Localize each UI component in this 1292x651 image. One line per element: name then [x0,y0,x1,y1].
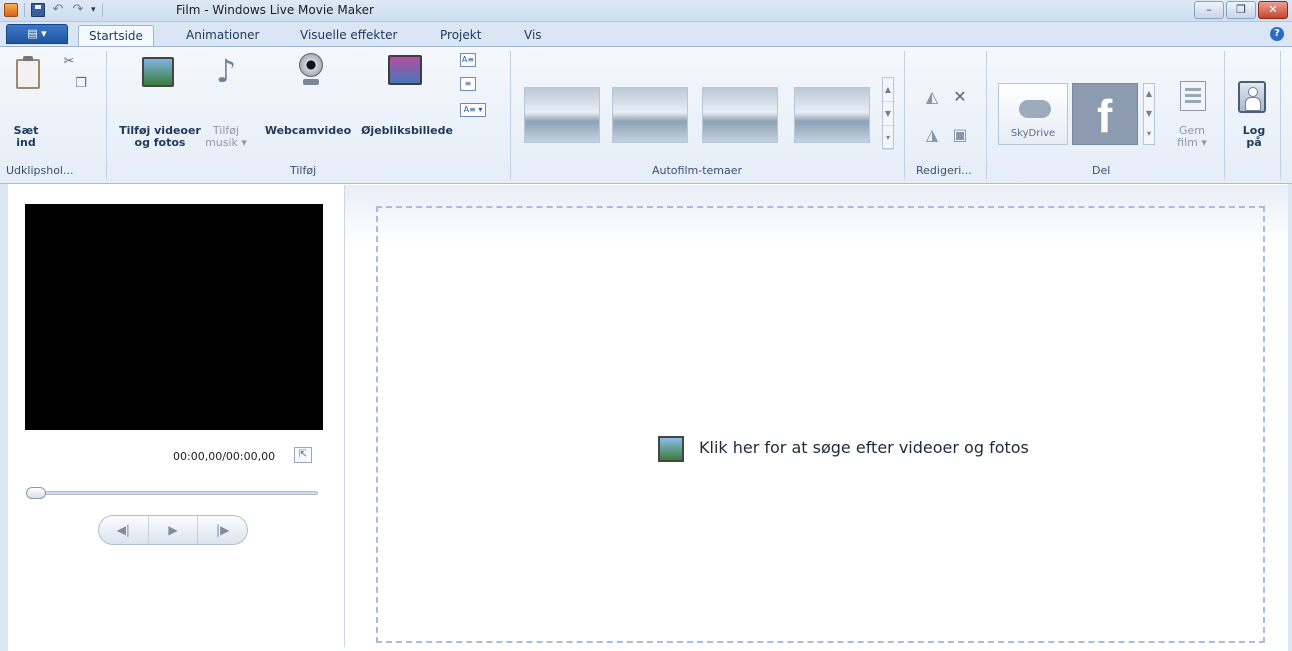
qat-separator [24,3,25,17]
quick-access-toolbar: ↶ ↷ ▾ [4,3,103,17]
theme-thumbnail-2[interactable] [612,87,688,143]
theme-thumbnail-1[interactable] [524,87,600,143]
group-label-clipboard: Udklipshol... [6,164,74,177]
webcam-icon[interactable] [296,53,326,87]
title-bar: ↶ ↷ ▾ Film - Windows Live Movie Maker – … [0,0,1292,22]
facebook-icon: f [1097,90,1113,142]
window-frame-right [1288,184,1292,651]
undo-icon[interactable]: ↶ [51,3,65,17]
group-separator [1224,51,1225,179]
application-menu-button[interactable]: ▤ ▾ [6,24,68,44]
music-note-icon[interactable]: ♪ [212,53,240,89]
theme-thumbnail-4[interactable] [794,87,870,143]
share-scroll-up-icon[interactable]: ▲ [1144,84,1154,104]
scroll-up-icon[interactable]: ▲ [883,78,893,102]
tab-projekt[interactable]: Projekt [430,25,491,46]
qat-dropdown-icon[interactable]: ▾ [91,5,96,15]
share-more-icon[interactable]: ▾ [1144,124,1154,144]
restore-button[interactable]: ❐ [1226,1,1256,19]
video-preview[interactable] [25,204,323,430]
webcam-video-button[interactable]: Webcamvideo [260,125,356,137]
save-icon[interactable] [31,3,45,17]
group-label-edit: Redigeri... [916,164,972,177]
playback-controls: ◀| ▶ |▶ [98,515,248,545]
save-movie-button[interactable]: Gem film ▾ [1168,125,1216,149]
ribbon: Sæt ind ✂ ❐ Udklipshol... Tilføj videoer… [0,46,1292,184]
credits-icon[interactable]: A≡ ▾ [460,103,486,117]
paste-button[interactable]: Sæt ind [6,125,46,149]
skydrive-button[interactable]: SkyDrive [998,83,1068,145]
add-music-button[interactable]: Tilføj musik ▾ [204,125,248,149]
group-separator [904,51,905,179]
window-title: Film - Windows Live Movie Maker [176,3,374,17]
share-scroll-down-icon[interactable]: ▼ [1144,104,1154,124]
tab-vis[interactable]: Vis [514,25,552,46]
window-controls: – ❐ ✕ [1194,1,1288,19]
add-videos-icon[interactable] [142,57,174,87]
preview-pane: 00:00,00/00:00,00 ⇱ ◀| ▶ |▶ [8,185,345,647]
add-videos-button[interactable]: Tilføj videoer og fotos [114,125,206,149]
tab-animationer[interactable]: Animationer [176,25,270,46]
gallery-more-icon[interactable]: ▾ [883,126,893,150]
add-media-prompt[interactable]: Klik her for at søge efter videoer og fo… [699,438,1029,457]
copy-icon[interactable]: ❐ [74,77,88,91]
add-videos-label-line2: og fotos [134,136,186,149]
skydrive-cloud-icon [1019,100,1051,118]
qat-separator [101,3,103,17]
group-label-share: Del [1092,164,1111,177]
add-videos-icon[interactable] [658,436,684,462]
sign-in-button[interactable]: Log på [1236,125,1272,149]
share-gallery-scrollbar[interactable]: ▲ ▼ ▾ [1143,83,1155,145]
seek-bar[interactable] [28,491,318,495]
cut-icon[interactable]: ✂ [62,55,76,69]
group-separator [510,51,511,179]
scroll-down-icon[interactable]: ▼ [883,102,893,126]
title-icon[interactable]: A≡ [460,53,476,67]
facebook-button[interactable]: f [1072,83,1138,145]
sign-in-label-line2: på [1246,136,1262,149]
ribbon-tab-row: ▤ ▾ Startside Animationer Visuelle effek… [0,22,1292,46]
theme-thumbnail-3[interactable] [702,87,778,143]
group-separator [1280,51,1281,179]
tab-startside[interactable]: Startside [78,25,154,46]
close-button[interactable]: ✕ [1258,1,1288,19]
save-movie-icon[interactable] [1180,81,1206,111]
paste-label-line2: ind [16,136,36,149]
clipboard-icon[interactable] [16,56,40,89]
group-label-themes: Autofilm-temaer [652,164,743,177]
storyboard-area: Klik her for at søge efter videoer og fo… [345,185,1292,651]
previous-frame-button[interactable]: ◀| [99,516,149,544]
expand-preview-icon[interactable]: ⇱ [294,447,312,463]
group-label-add: Tilføj [290,164,317,177]
window-frame-left [0,184,8,651]
minimize-button[interactable]: – [1194,1,1224,19]
webcam-stand [303,79,319,85]
save-movie-label-line2: film ▾ [1177,136,1207,149]
theme-gallery-scrollbar[interactable]: ▲ ▼ ▾ [882,77,894,150]
webcam-lens [299,53,323,77]
sign-in-icon[interactable] [1238,81,1266,113]
seek-thumb[interactable] [26,487,46,499]
help-icon[interactable]: ? [1270,27,1284,41]
select-all-icon[interactable]: ▣ [952,127,968,143]
play-button[interactable]: ▶ [149,516,199,544]
skydrive-label: SkyDrive [1010,128,1056,139]
add-music-label-line2: musik ▾ [205,136,247,149]
group-separator [986,51,987,179]
next-frame-button[interactable]: |▶ [198,516,247,544]
rotate-right-icon[interactable]: ◮ [924,127,940,143]
app-icon[interactable] [4,3,18,17]
add-media-drop-zone[interactable]: Klik her for at søge efter videoer og fo… [376,206,1265,643]
rotate-left-icon[interactable]: ◭ [924,89,940,105]
snapshot-icon[interactable] [388,55,422,85]
redo-icon[interactable]: ↷ [71,3,85,17]
tab-visuelle-effekter[interactable]: Visuelle effekter [290,25,407,46]
remove-icon[interactable]: ✕ [952,89,968,105]
group-separator [106,51,107,179]
snapshot-button[interactable]: Øjebliksbillede [358,125,456,137]
timecode: 00:00,00/00:00,00 [173,450,276,463]
caption-icon[interactable]: ≡ [460,77,476,91]
